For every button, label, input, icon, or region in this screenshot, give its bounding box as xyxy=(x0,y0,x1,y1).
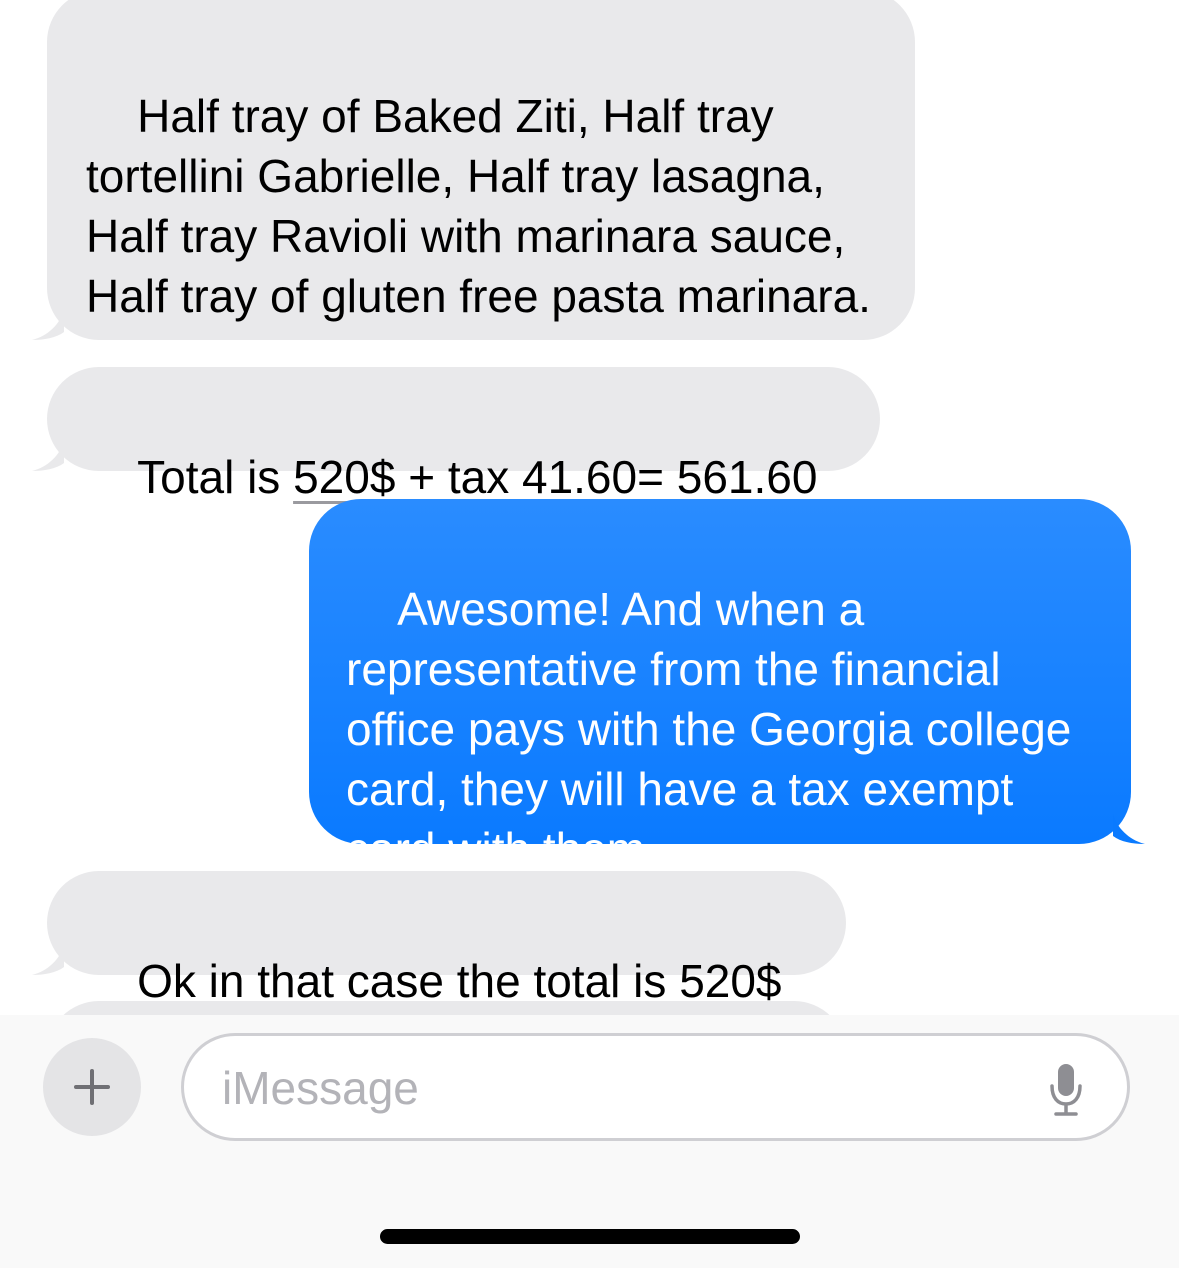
message-text: Ok in that case the total is xyxy=(137,955,680,1007)
message-text: + tax 41.60= 561.60 xyxy=(395,451,818,503)
home-indicator[interactable] xyxy=(380,1229,800,1244)
microphone-icon[interactable] xyxy=(1048,1062,1084,1118)
plus-icon-stroke xyxy=(90,1069,94,1105)
bubble-tail xyxy=(1113,814,1145,844)
incoming-message[interactable]: Ok in that case the total is 520$ xyxy=(47,871,846,1007)
incoming-message[interactable]: Half tray of Baked Ziti, Half tray torte… xyxy=(47,0,915,340)
detected-amount-link[interactable]: 520$ xyxy=(679,955,781,1007)
message-text: Total is xyxy=(137,451,294,503)
message-input-placeholder: iMessage xyxy=(222,1062,419,1114)
detected-amount-link[interactable]: 520$ xyxy=(293,451,395,503)
bubble-tail xyxy=(32,945,64,975)
message-text: Awesome! And when a representative from … xyxy=(346,583,1085,875)
add-attachment-button[interactable] xyxy=(43,1038,141,1136)
incoming-message[interactable]: Total is 520$ + tax 41.60= 561.60 xyxy=(47,367,880,503)
bubble-tail xyxy=(32,310,64,340)
bubble-tail xyxy=(32,441,64,471)
message-text: Half tray of Baked Ziti, Half tray torte… xyxy=(86,90,871,322)
messages-screen: Half tray of Baked Ziti, Half tray torte… xyxy=(0,0,1179,1268)
message-input[interactable]: iMessage xyxy=(181,1033,1130,1141)
outgoing-message[interactable]: Awesome! And when a representative from … xyxy=(309,499,1131,875)
